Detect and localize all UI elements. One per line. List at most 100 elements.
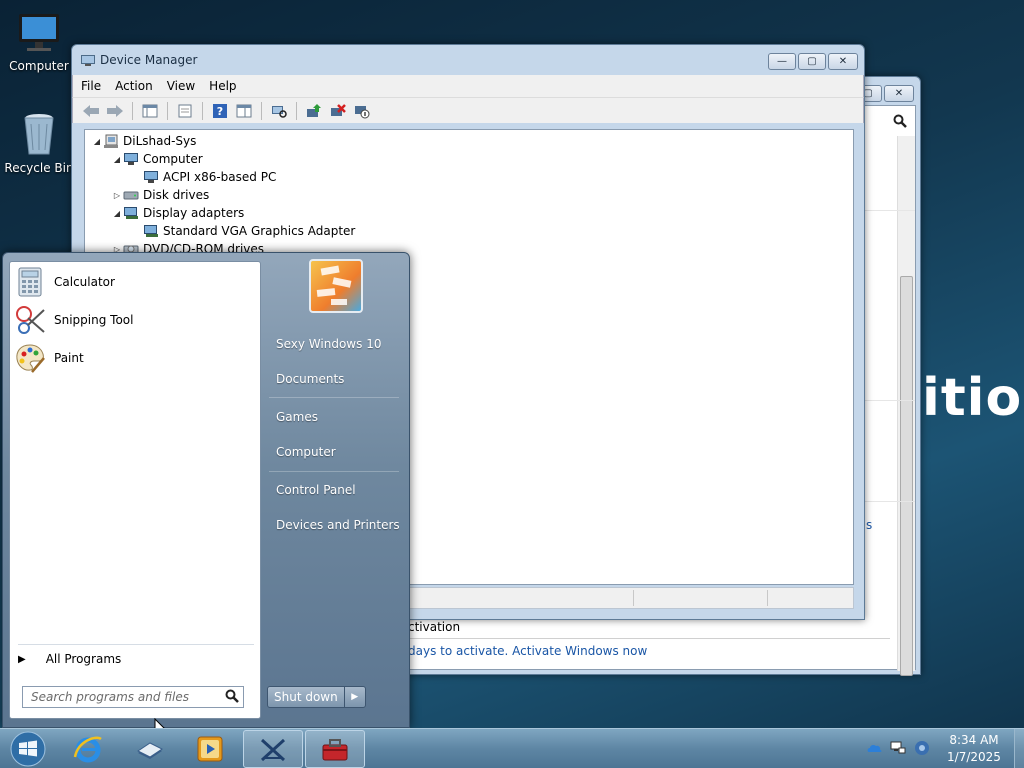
svg-text:?: ? [217, 105, 223, 118]
tree-label: DiLshad-Sys [123, 134, 197, 148]
start-button[interactable] [4, 730, 52, 768]
all-programs-button[interactable]: ▶ All Programs [18, 648, 121, 670]
start-menu: Calculator Snipping Tool Paint ▶ All Pro… [2, 252, 410, 728]
internet-explorer-icon [73, 736, 102, 763]
desktop-icon-recycle-bin[interactable]: Recycle Bin [4, 110, 74, 175]
taskbar: 8:34 AM 1/7/2025 [0, 728, 1024, 768]
device-manager-icon [80, 52, 96, 68]
activation-heading: ctivation [408, 620, 461, 634]
tree-label: Disk drives [143, 188, 210, 202]
start-right-documents[interactable]: Documents [276, 372, 344, 386]
tree-label: ACPI x86-based PC [163, 170, 277, 184]
paint-palette-icon [14, 342, 46, 374]
disable-device-icon[interactable] [352, 101, 372, 121]
shutdown-button-group: Shut down ▶ [267, 686, 366, 708]
properties-icon[interactable] [175, 101, 195, 121]
toolbox-icon [322, 739, 348, 761]
scrollbar-thumb[interactable] [900, 276, 913, 676]
start-right-devices-printers[interactable]: Devices and Printers [276, 518, 400, 532]
taskbar-media-player[interactable] [180, 730, 240, 768]
program-snipping-tool[interactable]: Snipping Tool [14, 302, 258, 338]
maximize-button[interactable]: ▢ [798, 53, 826, 70]
desktop-icon-label: Recycle Bin [4, 161, 74, 175]
network-icon[interactable] [890, 740, 906, 756]
collapse-triangle-icon[interactable]: ◢ [91, 137, 103, 146]
scissors-icon [14, 304, 46, 336]
window-title: Device Manager [100, 53, 198, 67]
show-desktop-button[interactable] [1014, 729, 1024, 768]
activate-windows-link[interactable]: days to activate. Activate Windows now [408, 644, 647, 658]
clock-time: 8:34 AM [949, 733, 999, 747]
volume-icon[interactable] [914, 740, 930, 756]
action-pane-icon[interactable] [234, 101, 254, 121]
recycle-bin-icon [15, 110, 63, 158]
tree-node-display-adapters[interactable]: ◢ Display adapters [111, 204, 244, 222]
desktop-icon-label: Computer [9, 59, 69, 73]
start-right-games[interactable]: Games [276, 410, 318, 424]
shutdown-button[interactable]: Shut down [268, 687, 345, 707]
taskbar-tools-app[interactable] [243, 730, 303, 768]
display-adapter-icon [123, 205, 139, 221]
all-programs-label: All Programs [45, 652, 122, 666]
program-paint[interactable]: Paint [14, 340, 258, 376]
desktop-icon-computer[interactable]: Computer [4, 8, 74, 73]
back-arrow-icon[interactable] [81, 101, 101, 121]
windows-logo-icon [10, 731, 46, 767]
menu-bar: File Action View Help [72, 75, 864, 97]
update-driver-icon[interactable] [304, 101, 324, 121]
start-right-computer[interactable]: Computer [276, 445, 336, 459]
close-button[interactable]: ✕ [884, 85, 914, 102]
taskbar-device-app[interactable] [120, 730, 180, 768]
expand-triangle-icon[interactable]: ▷ [111, 191, 123, 200]
console-tree-icon[interactable] [140, 101, 160, 121]
start-right-user[interactable]: Sexy Windows 10 [276, 337, 381, 351]
forward-arrow-icon[interactable] [105, 101, 125, 121]
scan-hardware-icon[interactable] [269, 101, 289, 121]
toolbar: ? [72, 97, 864, 123]
device-icon [137, 742, 163, 759]
close-button[interactable]: ✕ [828, 53, 858, 70]
monitor-icon [123, 151, 139, 167]
tree-node-root[interactable]: ◢ DiLshad-Sys [91, 132, 196, 150]
taskbar-internet-explorer[interactable] [58, 730, 118, 768]
collapse-triangle-icon[interactable]: ◢ [111, 155, 123, 164]
media-player-icon [197, 736, 223, 762]
system-clock[interactable]: 8:34 AM 1/7/2025 [944, 732, 1004, 766]
tree-label: Computer [143, 152, 203, 166]
user-picture[interactable] [309, 259, 363, 313]
triangle-right-icon: ▶ [18, 653, 26, 665]
clock-date: 1/7/2025 [947, 750, 1001, 764]
collapse-triangle-icon[interactable]: ◢ [111, 209, 123, 218]
disk-drive-icon [123, 187, 139, 203]
tools-icon [260, 738, 286, 762]
shutdown-options-arrow-icon[interactable]: ▶ [345, 687, 365, 707]
tree-node-acpi-pc[interactable]: ACPI x86-based PC [131, 168, 276, 186]
program-label: Snipping Tool [54, 313, 134, 327]
back-window-link[interactable]: s [866, 518, 872, 532]
program-calculator[interactable]: Calculator [14, 264, 258, 300]
search-icon[interactable] [889, 110, 911, 132]
tree-label: Standard VGA Graphics Adapter [163, 224, 356, 238]
menu-help[interactable]: Help [209, 79, 236, 93]
uninstall-device-icon[interactable] [328, 101, 348, 121]
help-icon[interactable]: ? [210, 101, 230, 121]
taskbar-device-manager[interactable] [305, 730, 365, 768]
tree-node-disk-drives[interactable]: ▷ Disk drives [111, 186, 209, 204]
start-menu-programs-pane: Calculator Snipping Tool Paint ▶ All Pro… [9, 261, 261, 719]
back-window-scrollbar[interactable] [897, 136, 915, 676]
start-right-control-panel[interactable]: Control Panel [276, 483, 356, 497]
start-search-box[interactable]: Search programs and files [22, 686, 244, 708]
display-adapter-icon [143, 223, 159, 239]
menu-file[interactable]: File [81, 79, 101, 93]
search-placeholder: Search programs and files [31, 690, 189, 704]
computer-icon [103, 133, 119, 149]
tree-node-computer[interactable]: ◢ Computer [111, 150, 203, 168]
menu-action[interactable]: Action [115, 79, 153, 93]
wallpaper-text: itior [922, 368, 1024, 428]
title-bar[interactable]: Device Manager [72, 45, 864, 75]
onedrive-cloud-icon[interactable] [866, 740, 882, 756]
menu-view[interactable]: View [167, 79, 195, 93]
tree-node-vga-adapter[interactable]: Standard VGA Graphics Adapter [131, 222, 355, 240]
search-icon[interactable] [225, 689, 239, 706]
minimize-button[interactable]: — [768, 53, 796, 70]
